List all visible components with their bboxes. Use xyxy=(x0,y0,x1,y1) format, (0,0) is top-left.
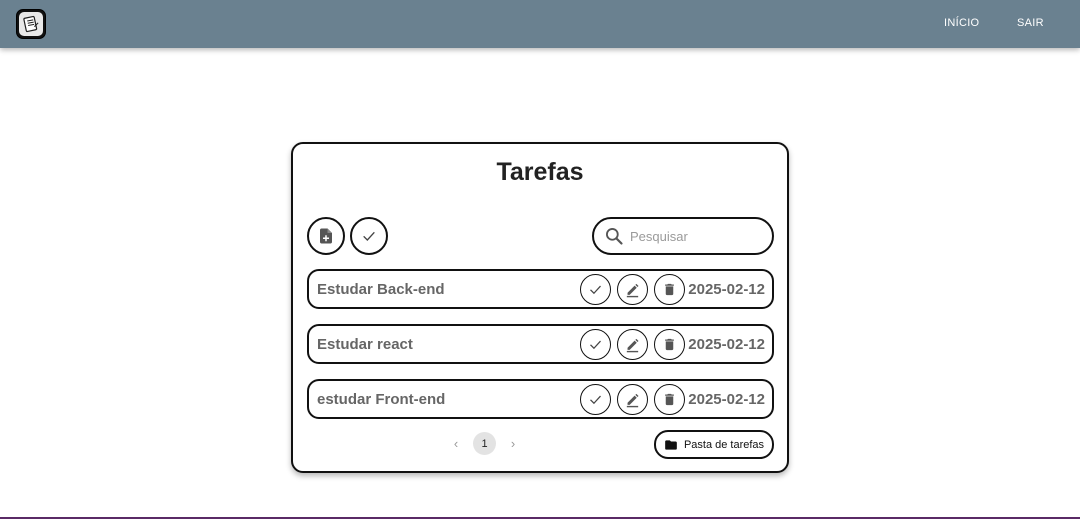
pencil-icon xyxy=(626,338,639,353)
check-icon xyxy=(590,285,601,295)
complete-task-button[interactable] xyxy=(580,384,611,415)
search-box[interactable] xyxy=(592,217,774,255)
add-task-button[interactable] xyxy=(307,217,345,255)
task-title: Estudar react xyxy=(317,336,413,353)
nav-link-sair[interactable]: SAIR xyxy=(1017,17,1044,29)
pencil-icon xyxy=(626,393,639,408)
edit-task-button[interactable] xyxy=(617,329,648,360)
delete-task-button[interactable] xyxy=(654,329,685,360)
task-row: Estudar Back-end 2025-02-12 xyxy=(307,269,774,309)
notepad-logo-icon[interactable] xyxy=(16,9,46,39)
task-folder-label: Pasta de tarefas xyxy=(683,438,765,451)
nav-link-inicio[interactable]: INÍCIO xyxy=(944,17,979,29)
trash-icon xyxy=(665,338,674,351)
search-icon xyxy=(606,228,623,245)
check-icon xyxy=(363,231,375,241)
completed-tasks-button[interactable] xyxy=(350,217,388,255)
next-page-button[interactable]: › xyxy=(502,433,524,455)
check-icon xyxy=(590,395,601,405)
prev-page-button[interactable]: ‹ xyxy=(445,433,467,455)
task-date: 2025-02-12 xyxy=(688,336,765,353)
folder-icon xyxy=(665,439,677,450)
edit-task-button[interactable] xyxy=(617,274,648,305)
tasks-card: Tarefas Estudar Back-end xyxy=(291,142,789,473)
complete-task-button[interactable] xyxy=(580,329,611,360)
page-number-button[interactable]: 1 xyxy=(473,432,496,455)
trash-icon xyxy=(665,393,674,406)
task-date: 2025-02-12 xyxy=(688,281,765,298)
pencil-icon xyxy=(626,283,639,298)
trash-icon xyxy=(665,283,674,296)
task-title: estudar Front-end xyxy=(317,391,446,408)
pagination: ‹ 1 › xyxy=(445,432,524,455)
delete-task-button[interactable] xyxy=(654,384,685,415)
task-row: Estudar react 2025-02-12 xyxy=(307,324,774,364)
task-folder-button[interactable]: Pasta de tarefas xyxy=(654,430,774,459)
file-plus-icon xyxy=(320,228,332,244)
top-navbar: INÍCIO SAIR xyxy=(0,0,1080,48)
task-date: 2025-02-12 xyxy=(688,391,765,408)
search-input[interactable] xyxy=(630,228,760,244)
complete-task-button[interactable] xyxy=(580,274,611,305)
task-row: estudar Front-end 2025-02-12 xyxy=(307,379,774,419)
delete-task-button[interactable] xyxy=(654,274,685,305)
page-title: Tarefas xyxy=(496,158,584,186)
task-title: Estudar Back-end xyxy=(317,281,445,298)
edit-task-button[interactable] xyxy=(617,384,648,415)
check-icon xyxy=(590,340,601,350)
